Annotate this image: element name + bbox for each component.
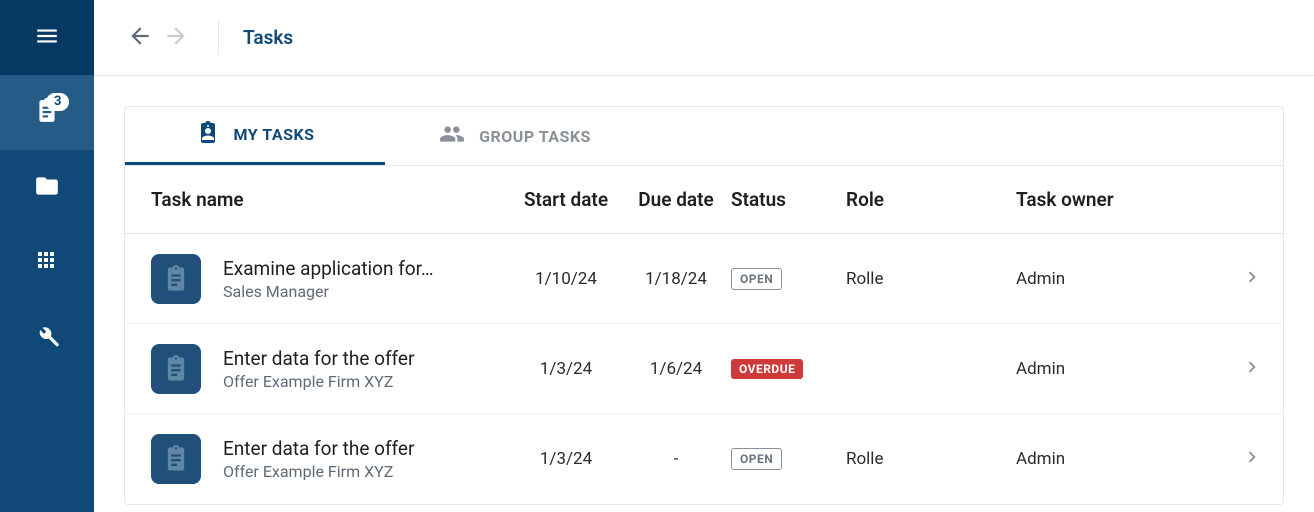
folder-icon [34, 173, 60, 203]
menu-toggle-button[interactable] [0, 0, 94, 75]
arrow-right-icon [163, 23, 189, 53]
chevron-right-icon [1241, 356, 1263, 382]
task-title: Enter data for the offer [223, 437, 511, 460]
row-open-arrow[interactable] [1216, 266, 1263, 292]
content: MY TASKS GROUP TASKS Task name Start dat… [94, 76, 1314, 512]
task-status-cell: OPEN [731, 268, 846, 290]
table-row[interactable]: Enter data for the offer Offer Example F… [125, 324, 1283, 414]
tab-my-tasks[interactable]: MY TASKS [125, 107, 385, 165]
sidebar-item-apps[interactable] [0, 225, 94, 300]
status-badge: OPEN [731, 268, 782, 290]
col-header-status: Status [731, 188, 846, 211]
chevron-right-icon [1241, 446, 1263, 472]
sidebar-item-settings[interactable] [0, 300, 94, 375]
task-role: Rolle [846, 449, 1016, 469]
table-row[interactable]: Examine application for… Sales Manager 1… [125, 234, 1283, 324]
sidebar: 3 [0, 0, 94, 512]
row-open-arrow[interactable] [1216, 356, 1263, 382]
separator [218, 21, 219, 55]
hamburger-icon [34, 23, 60, 53]
row-open-arrow[interactable] [1216, 446, 1263, 472]
task-start-date: 1/10/24 [511, 269, 621, 289]
col-header-owner: Task owner [1016, 188, 1216, 211]
task-subtitle: Offer Example Firm XYZ [223, 462, 511, 481]
sidebar-item-folders[interactable] [0, 150, 94, 225]
topbar: Tasks [94, 0, 1314, 76]
nav-back-button[interactable] [122, 20, 158, 56]
tab-my-tasks-label: MY TASKS [234, 125, 315, 144]
col-header-role: Role [846, 188, 1016, 211]
status-badge: OPEN [731, 448, 782, 470]
chevron-right-icon [1241, 266, 1263, 292]
tab-group-tasks[interactable]: GROUP TASKS [385, 107, 645, 165]
col-header-start: Start date [511, 188, 621, 211]
main: Tasks MY TASKS GROUP TASKS [94, 0, 1314, 512]
task-icon [151, 344, 201, 394]
task-title: Enter data for the offer [223, 347, 511, 370]
assignment-ind-icon [196, 121, 220, 149]
table-header: Task name Start date Due date Status Rol… [125, 166, 1283, 234]
task-due-date: 1/6/24 [621, 359, 731, 379]
task-icon [151, 254, 201, 304]
page-title: Tasks [243, 26, 293, 49]
task-due-date: 1/18/24 [621, 269, 731, 289]
task-subtitle: Offer Example Firm XYZ [223, 372, 511, 391]
task-owner: Admin [1016, 269, 1216, 289]
tab-group-tasks-label: GROUP TASKS [479, 127, 591, 146]
task-title: Examine application for… [223, 257, 511, 280]
task-status-cell: OVERDUE [731, 358, 846, 379]
arrow-left-icon [127, 23, 153, 53]
task-subtitle: Sales Manager [223, 282, 511, 301]
task-start-date: 1/3/24 [511, 449, 621, 469]
tasks-panel: MY TASKS GROUP TASKS Task name Start dat… [124, 106, 1284, 505]
task-role: Rolle [846, 269, 1016, 289]
nav-forward-button[interactable] [158, 20, 194, 56]
grid-icon [35, 249, 59, 277]
task-owner: Admin [1016, 449, 1216, 469]
table-row[interactable]: Enter data for the offer Offer Example F… [125, 414, 1283, 504]
status-badge: OVERDUE [731, 359, 803, 379]
tasks-badge: 3 [46, 93, 69, 111]
table-body: Examine application for… Sales Manager 1… [125, 234, 1283, 504]
task-owner: Admin [1016, 359, 1216, 379]
col-header-name: Task name [151, 188, 511, 211]
sidebar-item-tasks[interactable]: 3 [0, 75, 94, 150]
task-start-date: 1/3/24 [511, 359, 621, 379]
col-header-due: Due date [621, 188, 731, 211]
task-due-date: - [621, 449, 731, 469]
people-icon [439, 121, 465, 151]
task-status-cell: OPEN [731, 448, 846, 470]
tabs: MY TASKS GROUP TASKS [125, 107, 1283, 166]
task-icon [151, 434, 201, 484]
wrench-icon [34, 323, 60, 353]
